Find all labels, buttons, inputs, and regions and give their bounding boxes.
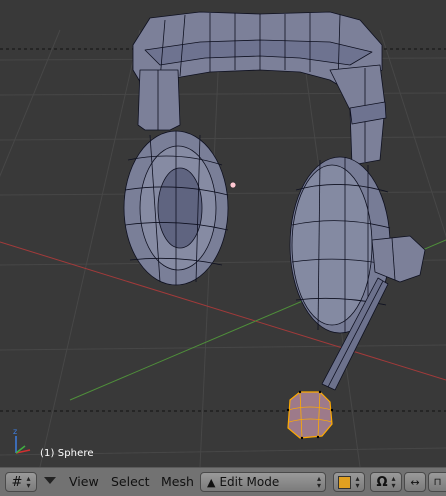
scene-canvas[interactable]: z bbox=[0, 0, 446, 467]
manipulator-icon: ↔ bbox=[410, 475, 420, 489]
mode-label: Edit Mode bbox=[219, 475, 280, 489]
viewport-header: # ▴ ▾ View Select Mesh ▲ Edit Mode ▴ ▾ ▴ ▾ … bbox=[0, 467, 446, 496]
svg-text:z: z bbox=[13, 427, 17, 436]
viewport-shading-button[interactable]: ▴ ▾ bbox=[333, 472, 365, 492]
select-menu[interactable]: Select bbox=[111, 474, 150, 489]
updown-arrows-icon: ▴ ▾ bbox=[26, 474, 31, 490]
pivot-icon: Ω bbox=[376, 474, 388, 490]
axis-orientation-widget: z bbox=[13, 427, 31, 454]
editor-type-button[interactable]: # ▴ ▾ bbox=[5, 472, 37, 492]
pivot-point-button[interactable]: Ω ▴ ▾ bbox=[370, 472, 402, 492]
blender-window: z (1) Sphere # ▴ ▾ View Select Mesh ▲ Edi… bbox=[0, 0, 446, 496]
magnet-icon: ⊓ bbox=[433, 476, 442, 488]
shading-cube-icon bbox=[338, 475, 352, 489]
object-origin-dot bbox=[229, 181, 237, 189]
grid-editor-icon: # bbox=[11, 474, 23, 490]
3d-viewport[interactable]: z (1) Sphere bbox=[0, 0, 446, 467]
headphones-mesh[interactable] bbox=[123, 11, 426, 391]
pivot-updown-icon: ▴ ▾ bbox=[391, 474, 396, 490]
mesh-menu[interactable]: Mesh bbox=[161, 474, 194, 489]
selected-sphere[interactable] bbox=[286, 390, 334, 440]
mode-updown-icon: ▴ ▾ bbox=[316, 474, 321, 490]
shading-updown-icon: ▴ ▾ bbox=[355, 474, 360, 490]
transform-orientation-button[interactable]: ⊓ bbox=[428, 472, 446, 492]
active-object-label: (1) Sphere bbox=[40, 448, 94, 459]
mode-dropdown[interactable]: ▲ Edit Mode ▴ ▾ bbox=[200, 472, 326, 492]
manipulator-toggle[interactable]: ↔ bbox=[404, 472, 426, 492]
view-menu[interactable]: View bbox=[69, 474, 99, 489]
collapse-triangle-icon[interactable] bbox=[44, 477, 56, 484]
mode-triangle-icon: ▲ bbox=[207, 475, 216, 489]
